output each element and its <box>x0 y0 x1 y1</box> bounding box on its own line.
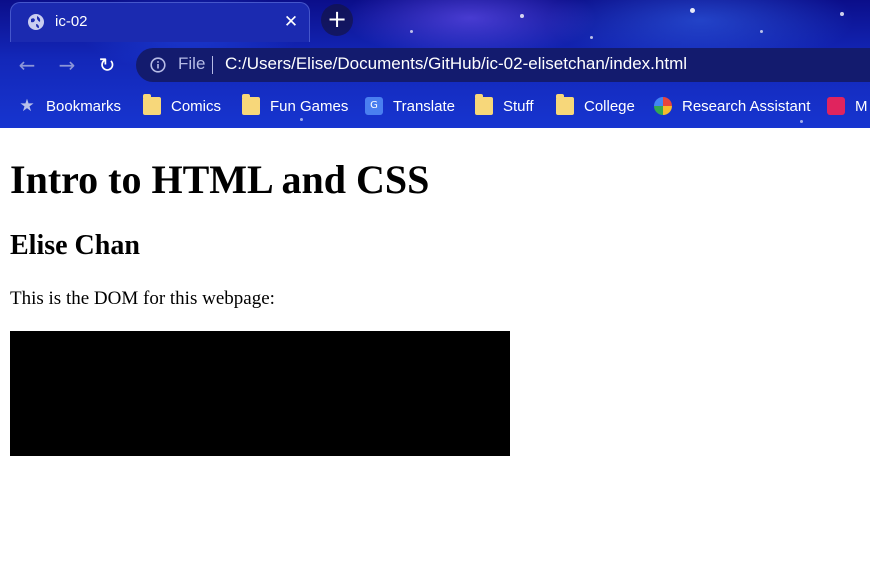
gift-icon <box>827 97 845 115</box>
bookmark-research-assistant[interactable]: Research Assistant <box>654 92 810 120</box>
bookmark-comics[interactable]: Comics <box>143 92 221 120</box>
back-button[interactable]: ← <box>14 52 40 78</box>
dom-description: This is the DOM for this webpage: <box>10 288 275 309</box>
url-text[interactable]: C:/Users/Elise/Documents/GitHub/ic-02-el… <box>225 54 687 74</box>
reload-icon: ↻ <box>98 53 116 77</box>
reload-button[interactable]: ↻ <box>94 52 120 78</box>
page-subheading: Elise Chan <box>10 230 140 261</box>
star-decoration <box>800 120 803 123</box>
dom-image-placeholder <box>10 331 510 456</box>
close-icon[interactable]: ✕ <box>281 12 301 32</box>
bookmark-label: Translate <box>393 97 455 115</box>
bookmarks-bar: ★ Bookmarks Comics Fun Games G Translate… <box>0 92 870 120</box>
folder-icon <box>143 94 161 115</box>
star-icon: ★ <box>19 96 35 116</box>
folder-icon <box>556 94 574 115</box>
address-bar[interactable]: File C:/Users/Elise/Documents/GitHub/ic-… <box>136 48 870 82</box>
folder-icon <box>242 94 260 115</box>
star-decoration <box>410 30 413 33</box>
star-decoration <box>760 30 763 33</box>
bookmark-label: College <box>584 97 635 115</box>
star-decoration <box>520 14 524 18</box>
folder-icon <box>475 94 493 115</box>
globe-icon <box>28 14 44 30</box>
bookmark-bookmarks[interactable]: ★ Bookmarks <box>18 92 121 120</box>
new-tab-button[interactable]: + <box>321 4 353 36</box>
toolbar: ← → ↻ File C:/Users/Elise/Documents/GitH… <box>0 44 870 86</box>
bookmark-college[interactable]: College <box>556 92 635 120</box>
arrow-right-icon: → <box>58 53 76 77</box>
bookmark-stuff[interactable]: Stuff <box>475 92 534 120</box>
plus-icon: + <box>326 5 348 33</box>
research-icon <box>654 97 672 115</box>
bookmark-label: M <box>855 97 868 115</box>
scheme-label: File <box>178 54 206 73</box>
bookmark-label: Comics <box>171 97 222 115</box>
tab-title: ic-02 <box>55 13 88 30</box>
star-decoration <box>690 8 695 13</box>
bookmark-fun-games[interactable]: Fun Games <box>242 92 348 120</box>
page-heading: Intro to HTML and CSS <box>10 157 430 202</box>
bookmark-label: Bookmarks <box>46 97 122 115</box>
address-divider <box>212 56 213 74</box>
browser-chrome: ic-02 ✕ + ← → ↻ File C:/Users/Elise/Docu… <box>0 0 870 128</box>
forward-button[interactable]: → <box>54 52 80 78</box>
bookmark-label: Research Assistant <box>682 97 811 115</box>
bookmark-label: Stuff <box>503 97 534 115</box>
translate-icon: G <box>365 97 383 115</box>
bookmark-m[interactable]: M <box>827 92 868 120</box>
page-content: Intro to HTML and CSS Elise Chan This is… <box>0 128 870 578</box>
star-decoration <box>590 36 593 39</box>
info-icon[interactable] <box>150 57 166 73</box>
bookmark-translate[interactable]: G Translate <box>365 92 455 120</box>
arrow-left-icon: ← <box>18 53 36 77</box>
tab-ic-02[interactable]: ic-02 ✕ <box>10 2 310 42</box>
bookmark-label: Fun Games <box>270 97 349 115</box>
star-decoration <box>840 12 844 16</box>
